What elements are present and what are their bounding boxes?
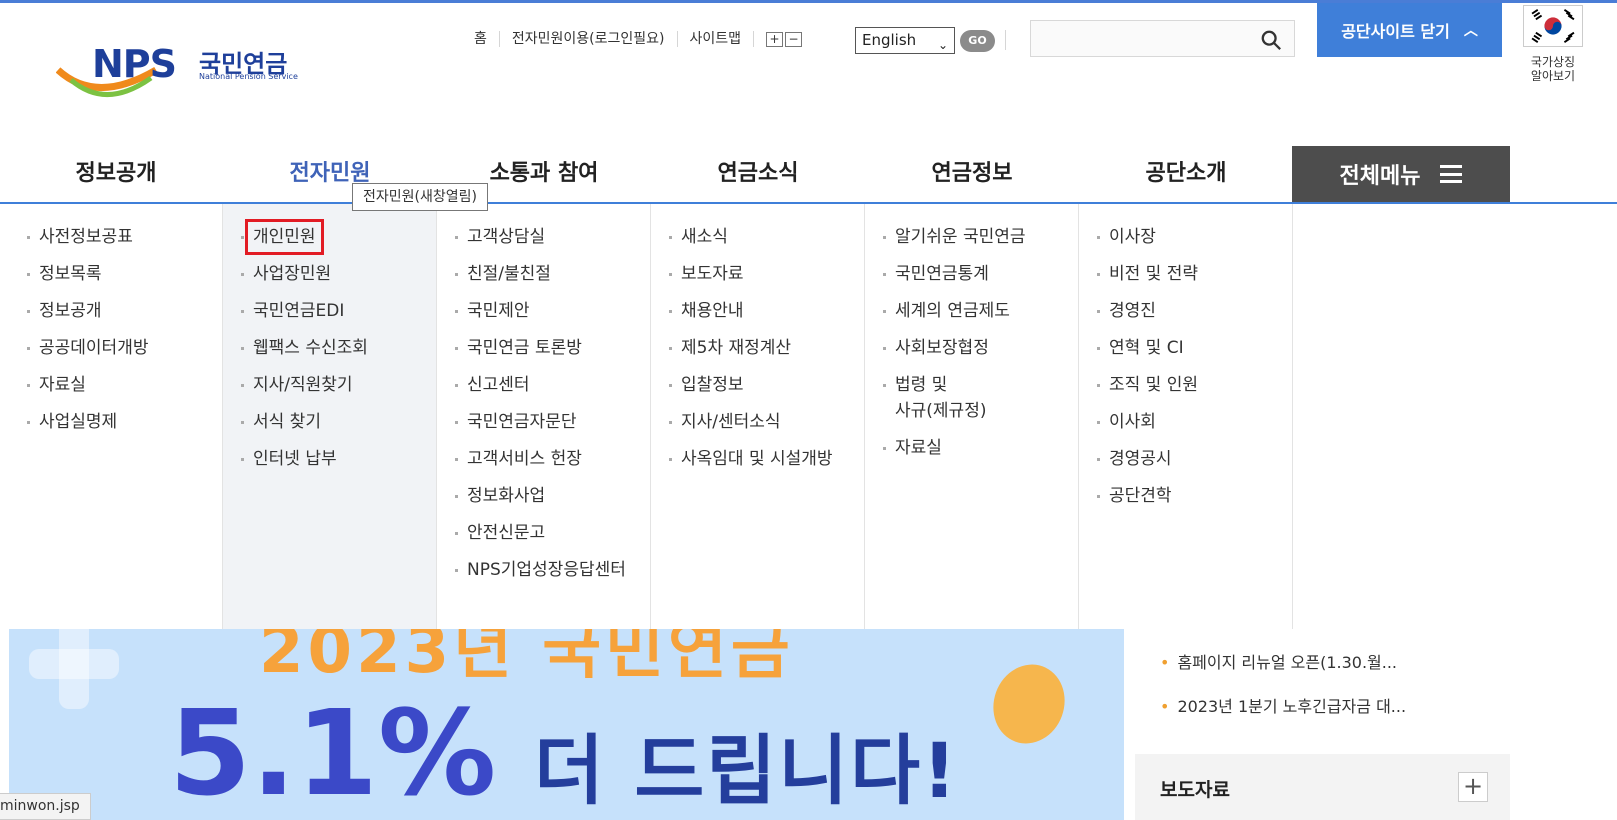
nps-logo[interactable]: NPS 국민연금 National Pension Service — [56, 40, 306, 110]
news-item[interactable]: 홈페이지 리뉴얼 오픈(1.30.월... — [1160, 649, 1397, 673]
menu-item[interactable]: 비전 및 전략 — [1079, 263, 1292, 285]
mega-col-pension-info: 알기쉬운 국민연금 국민연금통계 세계의 연금제도 사회보장협정 법령 및 사규… — [865, 204, 1079, 629]
menu-item[interactable]: 지사/직원찾기 — [223, 374, 436, 396]
press-release-title: 보도자료 — [1160, 779, 1230, 801]
menu-item[interactable]: 사업실명제 — [9, 411, 222, 433]
chevron-down-icon: ⌄ — [937, 38, 948, 52]
news-panel: 홈페이지 리뉴얼 오픈(1.30.월... 2023년 1분기 노후긴급자금 대… — [1135, 629, 1510, 820]
menu-item[interactable]: 지사/센터소식 — [651, 411, 864, 433]
search-icon[interactable] — [1260, 29, 1282, 51]
menu-item[interactable]: 국민연금 토론방 — [437, 337, 650, 359]
mega-col-about: 이사장 비전 및 전략 경영진 연혁 및 CI 조직 및 인원 이사회 경영공시… — [1079, 204, 1293, 629]
press-more-button[interactable]: + — [1458, 772, 1488, 802]
divider — [1005, 30, 1006, 50]
menu-item[interactable]: 친절/불친절 — [437, 263, 650, 285]
menu-item[interactable]: 자료실 — [9, 374, 222, 396]
gnb-info-disclosure[interactable]: 정보공개 — [9, 146, 223, 202]
korean-flag-icon — [1523, 5, 1583, 47]
banner-big-text: 5.1% — [169, 684, 497, 820]
menu-item[interactable]: 사전정보공표 — [9, 226, 222, 248]
menu-item[interactable]: 정보목록 — [9, 263, 222, 285]
mega-col-info-disclosure: 사전정보공표 정보목록 정보공개 공공데이터개방 자료실 사업실명제 — [9, 204, 223, 629]
menu-item[interactable]: 알기쉬운 국민연금 — [865, 226, 1078, 248]
menu-item[interactable]: NPS기업성장응답센터 — [437, 559, 650, 581]
zoom-in-button[interactable]: + — [766, 31, 784, 47]
logo-english: National Pension Service — [199, 72, 298, 81]
banner-top-text: 2023년 국민연금 — [259, 629, 794, 688]
menu-item[interactable]: 제5차 재정계산 — [651, 337, 864, 359]
menu-item[interactable]: 인터넷 납부 — [223, 448, 436, 470]
flag-label-2: 알아보기 — [1530, 69, 1576, 83]
language-value: English — [862, 31, 917, 49]
search-input[interactable] — [1030, 20, 1295, 57]
menu-item[interactable]: 정보공개 — [9, 300, 222, 322]
mega-menu: 사전정보공표 정보목록 정보공개 공공데이터개방 자료실 사업실명제 개인민원 … — [9, 204, 1511, 629]
news-item[interactable]: 2023년 1분기 노후긴급자금 대... — [1160, 693, 1406, 717]
mega-col-pension-news: 새소식 보도자료 채용안내 제5차 재정계산 입찰정보 지사/센터소식 사옥임대… — [651, 204, 865, 629]
all-menu-label: 전체메뉴 — [1339, 164, 1421, 189]
menu-item[interactable]: 안전신문고 — [437, 522, 650, 544]
close-site-button[interactable]: 공단사이트 닫기 ︿ — [1317, 3, 1502, 57]
menu-item-personal-civil[interactable]: 개인민원 — [223, 219, 436, 255]
chevron-up-icon: ︿ — [1463, 23, 1478, 39]
menu-item[interactable]: 고객서비스 헌장 — [437, 448, 650, 470]
menu-item[interactable]: 이사장 — [1079, 226, 1292, 248]
language-select[interactable]: English ⌄ — [855, 27, 955, 54]
go-button[interactable]: GO — [960, 30, 995, 52]
menu-item[interactable]: 사회보장협정 — [865, 337, 1078, 359]
mega-col-e-civil: 개인민원 사업장민원 국민연금EDI 웹팩스 수신조회 지사/직원찾기 서식 찾… — [223, 204, 437, 629]
menu-item[interactable]: 웹팩스 수신조회 — [223, 337, 436, 359]
menu-item[interactable]: 국민연금EDI — [223, 300, 436, 322]
menu-item[interactable]: 연혁 및 CI — [1079, 337, 1292, 359]
hamburger-icon — [1440, 165, 1463, 183]
menu-item[interactable]: 새소식 — [651, 226, 864, 248]
menu-item[interactable]: 경영공시 — [1079, 448, 1292, 470]
plus-decoration-icon — [29, 629, 119, 709]
press-release-section: 보도자료 + — [1135, 754, 1510, 820]
menu-item[interactable]: 입찰정보 — [651, 374, 864, 396]
banner-sub-text: 더 드립니다! — [534, 726, 959, 815]
menu-item[interactable]: 서식 찾기 — [223, 411, 436, 433]
menu-item[interactable]: 채용안내 — [651, 300, 864, 322]
menu-item[interactable]: 경영진 — [1079, 300, 1292, 322]
zoom-out-button[interactable]: − — [785, 31, 803, 47]
close-site-label: 공단사이트 닫기 — [1341, 22, 1450, 41]
menu-item[interactable]: 세계의 연금제도 — [865, 300, 1078, 322]
menu-item[interactable]: 공공데이터개방 — [9, 337, 222, 359]
tooltip: 전자민원(새창열림) — [352, 183, 488, 211]
gnb-pension-info[interactable]: 연금정보 — [865, 146, 1079, 202]
menu-item[interactable]: 보도자료 — [651, 263, 864, 285]
menu-item-continuation[interactable]: 사규(제규정) — [865, 400, 1078, 422]
menu-item[interactable]: 사업장민원 — [223, 263, 436, 285]
coin-icon — [982, 654, 1076, 754]
national-symbol-link[interactable]: 국가상징 알아보기 — [1522, 5, 1584, 83]
menu-item[interactable]: 정보화사업 — [437, 485, 650, 507]
all-menu-button[interactable]: 전체메뉴 — [1292, 146, 1510, 202]
main-navigation: 정보공개 전자민원 소통과 참여 연금소식 연금정보 공단소개 전체메뉴 — [0, 146, 1617, 204]
utility-links: 홈 전자민원이용(로그인필요) 사이트맵 + − — [462, 28, 814, 50]
e-civil-login-link[interactable]: 전자민원이용(로그인필요) — [500, 31, 678, 47]
menu-item[interactable]: 이사회 — [1079, 411, 1292, 433]
sitemap-link[interactable]: 사이트맵 — [678, 31, 755, 47]
logo-text: NPS — [92, 42, 177, 86]
home-link[interactable]: 홈 — [462, 31, 500, 47]
menu-item[interactable]: 조직 및 인원 — [1079, 374, 1292, 396]
main-banner[interactable]: 2023년 국민연금 5.1% 더 드립니다! — [9, 629, 1124, 820]
zoom-controls: + − — [766, 31, 803, 47]
menu-item[interactable]: 사옥임대 및 시설개방 — [651, 448, 864, 470]
menu-item[interactable]: 공단견학 — [1079, 485, 1292, 507]
mega-col-communication: 고객상담실 친절/불친절 국민제안 국민연금 토론방 신고센터 국민연금자문단 … — [437, 204, 651, 629]
menu-item[interactable]: 법령 및 — [865, 374, 1078, 396]
gnb-about[interactable]: 공단소개 — [1079, 146, 1293, 202]
gnb-pension-news[interactable]: 연금소식 — [651, 146, 865, 202]
menu-item[interactable]: 국민제안 — [437, 300, 650, 322]
menu-item[interactable]: 국민연금통계 — [865, 263, 1078, 285]
browser-status-url: minwon.jsp — [0, 793, 91, 820]
menu-item[interactable]: 국민연금자문단 — [437, 411, 650, 433]
menu-item[interactable]: 자료실 — [865, 437, 1078, 459]
menu-item[interactable]: 고객상담실 — [437, 226, 650, 248]
menu-item[interactable]: 신고센터 — [437, 374, 650, 396]
flag-label-1: 국가상징 — [1530, 55, 1576, 69]
